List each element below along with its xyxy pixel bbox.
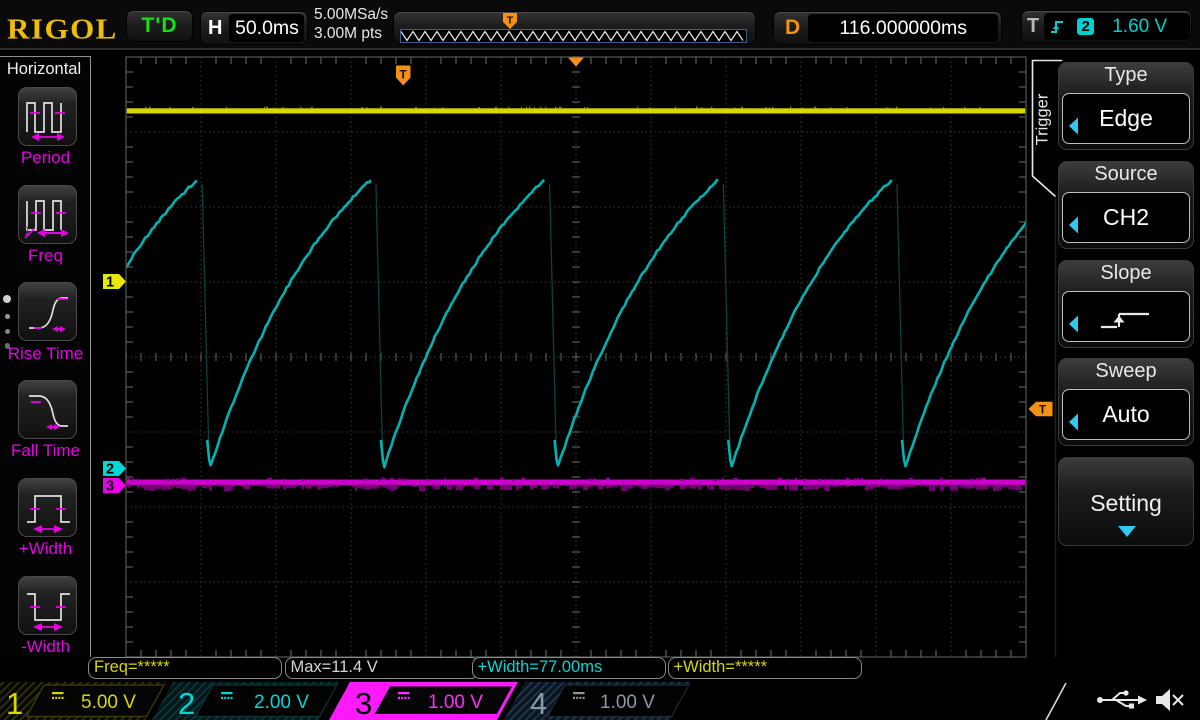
svg-text:1: 1: [6, 686, 23, 720]
svg-text:2: 2: [178, 686, 195, 720]
svg-text:5.00 V: 5.00 V: [81, 692, 136, 713]
svg-text:3: 3: [355, 686, 372, 720]
svg-text:4: 4: [530, 686, 547, 720]
svg-text:2.00 V: 2.00 V: [254, 692, 309, 713]
svg-text:1.00 V: 1.00 V: [600, 692, 655, 713]
svg-text:1.00 V: 1.00 V: [428, 692, 483, 713]
